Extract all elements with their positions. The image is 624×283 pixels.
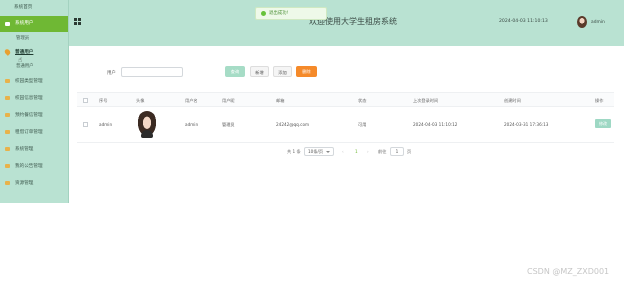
select-all-checkbox[interactable] xyxy=(83,98,88,103)
sidebar-item-campus-info[interactable]: 校园信息管理 xyxy=(0,90,68,107)
sidebar-item-label: 我的公告管理 xyxy=(15,164,43,169)
sidebar-item-campus-type[interactable]: 校园类型管理 xyxy=(0,73,68,90)
cell-last-login: 2024-04-03 11:10:12 xyxy=(413,122,458,127)
goto-label: 前往 xyxy=(378,149,387,154)
sidebar-item-label: 租借订单管理 xyxy=(15,130,43,135)
avatar-image xyxy=(136,111,158,139)
cell-created: 2024-03-31 17:36:13 xyxy=(504,122,549,127)
current-page[interactable]: 1 xyxy=(355,149,358,154)
next-page-icon[interactable]: › xyxy=(367,149,369,154)
folder-icon xyxy=(5,164,10,168)
search-label: 用户 xyxy=(107,71,116,76)
sidebar-item-home[interactable]: 系统首页 xyxy=(0,0,68,16)
page-size-value: 10条/页 xyxy=(308,149,324,154)
user-name[interactable]: admin xyxy=(591,20,605,25)
users-table: 序号 头像 用户名 用户昵 邮箱 状态 上次登录时间 创建时间 操作 admin… xyxy=(77,92,614,143)
sidebar-item-resources[interactable]: 资源管理 xyxy=(0,175,68,192)
delete-button[interactable]: 删除 xyxy=(296,66,317,77)
cell-status: 可用 xyxy=(358,122,367,127)
success-icon xyxy=(261,11,266,16)
column-header: 用户昵 xyxy=(222,98,235,103)
secondary-button[interactable]: 添加 xyxy=(273,66,292,77)
search-input[interactable] xyxy=(121,67,183,77)
sidebar-item-system-users[interactable]: 系统用户 xyxy=(0,16,68,32)
column-header: 状态 xyxy=(358,98,367,103)
add-button[interactable]: 新增 xyxy=(250,66,269,77)
watermark: CSDN @MZ_ZXD001 xyxy=(527,267,610,276)
sidebar-item-rental-orders[interactable]: 租借订单管理 xyxy=(0,124,68,141)
folder-icon xyxy=(5,96,10,100)
folder-icon xyxy=(5,113,10,117)
sidebar-item-announcements[interactable]: 我的公告管理 xyxy=(0,158,68,175)
page-size-select[interactable]: 10条/页 xyxy=(304,147,334,156)
cell-nickname: 管理员 xyxy=(222,122,235,127)
column-header: 用户名 xyxy=(185,98,198,103)
cell-email: 24242@qq.com xyxy=(276,122,310,127)
search-button[interactable]: 查询 xyxy=(225,66,245,77)
user-avatar[interactable] xyxy=(577,16,587,28)
sidebar-item-label: 资源管理 xyxy=(15,181,34,186)
sidebar-item-label: 校园类型管理 xyxy=(15,79,43,84)
column-header: 上次登录时间 xyxy=(413,98,439,103)
sidebar-item-label: 系统用户 xyxy=(15,21,34,26)
sidebar-item-normal-users[interactable]: 普通用户 ☝ xyxy=(0,45,68,64)
sidebar-subitem-normal-users[interactable]: 普通用户 xyxy=(0,60,68,73)
cell-index: admin xyxy=(99,122,113,127)
toast-message: 退出成功! xyxy=(269,11,289,16)
user-icon xyxy=(5,22,10,26)
row-checkbox[interactable] xyxy=(83,122,88,127)
pagination-total: 共 1 条 xyxy=(287,149,301,154)
folder-icon xyxy=(5,147,10,151)
folder-icon xyxy=(5,79,10,83)
column-header: 操作 xyxy=(595,98,604,103)
sidebar-item-reservation[interactable]: 预约餐信管理 xyxy=(0,107,68,124)
table-row[interactable]: admin admin 管理员 24242@qq.com 可用 2024-04-… xyxy=(77,107,614,143)
datetime-display: 2024-04-03 11:10:13 xyxy=(499,19,548,24)
column-header: 创建时间 xyxy=(504,98,521,103)
column-header: 头像 xyxy=(136,98,145,103)
cell-username: admin xyxy=(185,122,199,127)
column-header: 邮箱 xyxy=(276,98,285,103)
location-icon xyxy=(3,48,12,56)
prev-page-icon[interactable]: ‹ xyxy=(342,149,344,154)
top-header: 欢迎使用大学生租房系统 2024-04-03 11:10:13 admin xyxy=(69,0,624,46)
sidebar-item-label: 系统首页 xyxy=(14,5,33,10)
column-header: 序号 xyxy=(99,98,108,103)
sidebar-subitem-admins[interactable]: 管理员 xyxy=(0,32,68,45)
sidebar-item-label: 预约餐信管理 xyxy=(15,113,43,118)
page-unit: 页 xyxy=(407,149,412,154)
folder-icon xyxy=(5,130,10,134)
sidebar-item-label: 系统管理 xyxy=(15,147,34,152)
sidebar-item-label: 校园信息管理 xyxy=(15,96,43,101)
folder-icon xyxy=(5,181,10,185)
table-header: 序号 头像 用户名 用户昵 邮箱 状态 上次登录时间 创建时间 操作 xyxy=(77,92,614,107)
sidebar: 系统首页 系统用户 管理员 普通用户 ☝ 普通用户 校园类型管理 校园信息管理 预… xyxy=(0,0,69,203)
success-toast: 退出成功! xyxy=(255,7,327,20)
hand-cursor-icon: ☝ xyxy=(18,56,23,64)
app-root: 系统首页 系统用户 管理员 普通用户 ☝ 普通用户 校园类型管理 校园信息管理 预… xyxy=(0,0,624,283)
edit-button[interactable]: 修改 xyxy=(595,119,611,128)
goto-page-input[interactable]: 1 xyxy=(390,147,404,156)
sidebar-item-system[interactable]: 系统管理 xyxy=(0,141,68,158)
menu-grid-icon[interactable] xyxy=(74,18,81,25)
goto-value: 1 xyxy=(395,149,399,154)
